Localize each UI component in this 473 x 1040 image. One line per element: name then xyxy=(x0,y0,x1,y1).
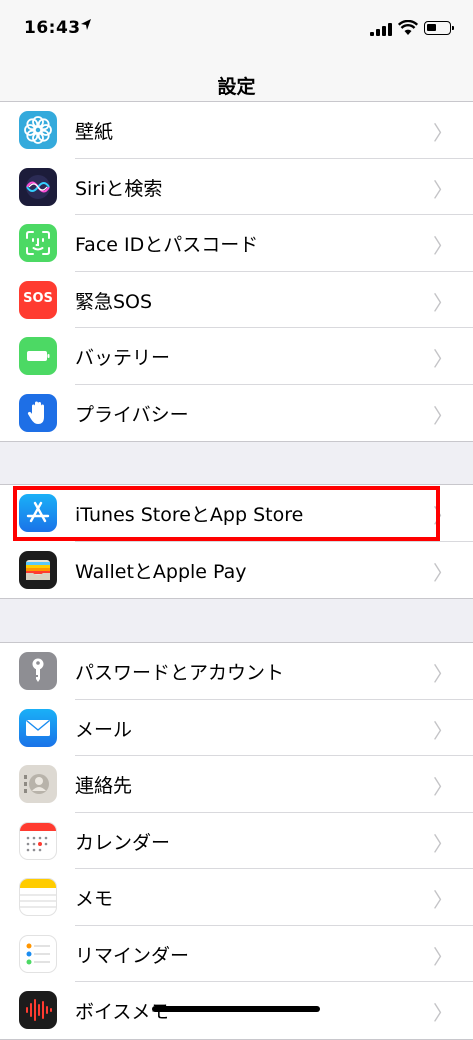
chevron-right-icon: 〉 xyxy=(433,177,453,202)
chevron-right-icon: 〉 xyxy=(433,347,453,371)
settings-row-label: 壁紙 xyxy=(75,121,114,143)
face-id-icon xyxy=(19,224,57,262)
chevron-right-icon: 〉 xyxy=(433,662,453,686)
wifi-icon xyxy=(398,20,418,36)
settings-row-label: メモ xyxy=(75,888,114,910)
settings-row-label: パスワードとアカウント xyxy=(75,662,285,684)
chevron-right-icon: 〉 xyxy=(433,831,453,856)
settings-row-notes[interactable]: メモ 〉 xyxy=(0,869,473,926)
mail-icon xyxy=(19,708,57,747)
chevron-right-icon: 〉 xyxy=(433,290,453,315)
chevron-right-icon: 〉 xyxy=(433,1001,453,1025)
status-bar: 16:43 xyxy=(0,0,473,56)
voice-memo-icon xyxy=(19,991,57,1029)
privacy-hand-icon xyxy=(19,393,57,432)
battery-icon xyxy=(19,337,57,375)
settings-row-mail[interactable]: メール 〉 xyxy=(0,700,473,756)
settings-row-label: Siriと検索 xyxy=(75,177,163,200)
settings-row-label: リマインダー xyxy=(75,944,190,967)
settings-row-wallpaper[interactable]: 壁紙 〉 xyxy=(0,102,473,159)
battery-status-icon xyxy=(424,21,454,35)
chevron-right-icon: 〉 xyxy=(433,718,453,743)
settings-row-siri[interactable]: Siriと検索 〉 xyxy=(0,159,473,215)
settings-row-privacy[interactable]: プライバシー 〉 xyxy=(0,385,473,442)
settings-row-label: WalletとApple Pay xyxy=(75,560,247,583)
sos-icon-text: SOS xyxy=(23,290,53,306)
chevron-right-icon: 〉 xyxy=(433,560,453,585)
settings-row-label: 緊急SOS xyxy=(75,290,153,313)
calendar-icon xyxy=(19,821,57,860)
cellular-signal-icon xyxy=(370,22,392,36)
settings-row-label: カレンダー xyxy=(75,831,171,854)
sos-icon: SOS xyxy=(19,280,57,319)
settings-row-label: メール xyxy=(75,718,133,741)
home-indicator xyxy=(152,1006,320,1012)
settings-row-label: バッテリー xyxy=(75,347,171,369)
settings-row-label: 連絡先 xyxy=(75,775,133,797)
settings-row-battery[interactable]: バッテリー 〉 xyxy=(0,328,473,385)
settings-group-display: 壁紙 〉 Siriと検索 〉 Face IDとパスコード 〉 SOS 緊急SOS… xyxy=(0,101,473,442)
settings-row-face-id[interactable]: Face IDとパスコード 〉 xyxy=(0,215,473,272)
wallet-icon xyxy=(19,550,57,589)
reminders-icon xyxy=(19,934,57,973)
chevron-right-icon: 〉 xyxy=(433,888,453,912)
chevron-right-icon: 〉 xyxy=(433,944,453,969)
page-title: 設定 xyxy=(217,76,256,98)
settings-row-calendar[interactable]: カレンダー 〉 xyxy=(0,813,473,869)
location-arrow-icon xyxy=(80,18,92,32)
contacts-icon xyxy=(19,765,57,803)
siri-icon xyxy=(19,167,57,206)
wallpaper-icon xyxy=(19,111,57,149)
settings-row-emergency-sos[interactable]: SOS 緊急SOS 〉 xyxy=(0,272,473,328)
settings-row-wallet-apple-pay[interactable]: WalletとApple Pay 〉 xyxy=(0,542,473,599)
settings-row-reminders[interactable]: リマインダー 〉 xyxy=(0,926,473,982)
chevron-right-icon: 〉 xyxy=(433,775,453,799)
status-time: 16:43 xyxy=(24,18,81,38)
notes-icon xyxy=(19,878,57,916)
settings-row-label: Face IDとパスコード xyxy=(75,234,259,256)
chevron-right-icon: 〉 xyxy=(433,403,453,428)
key-icon xyxy=(19,652,57,690)
settings-row-label: プライバシー xyxy=(75,403,189,426)
settings-row-contacts[interactable]: 連絡先 〉 xyxy=(0,756,473,813)
chevron-right-icon: 〉 xyxy=(433,121,453,145)
highlight-box xyxy=(13,486,440,541)
settings-row-passwords-accounts[interactable]: パスワードとアカウント 〉 xyxy=(0,643,473,700)
chevron-right-icon: 〉 xyxy=(433,234,453,258)
settings-group-accounts-apps: パスワードとアカウント 〉 メール 〉 連絡先 〉 カレンダー 〉 メモ 〉 リ… xyxy=(0,642,473,1040)
